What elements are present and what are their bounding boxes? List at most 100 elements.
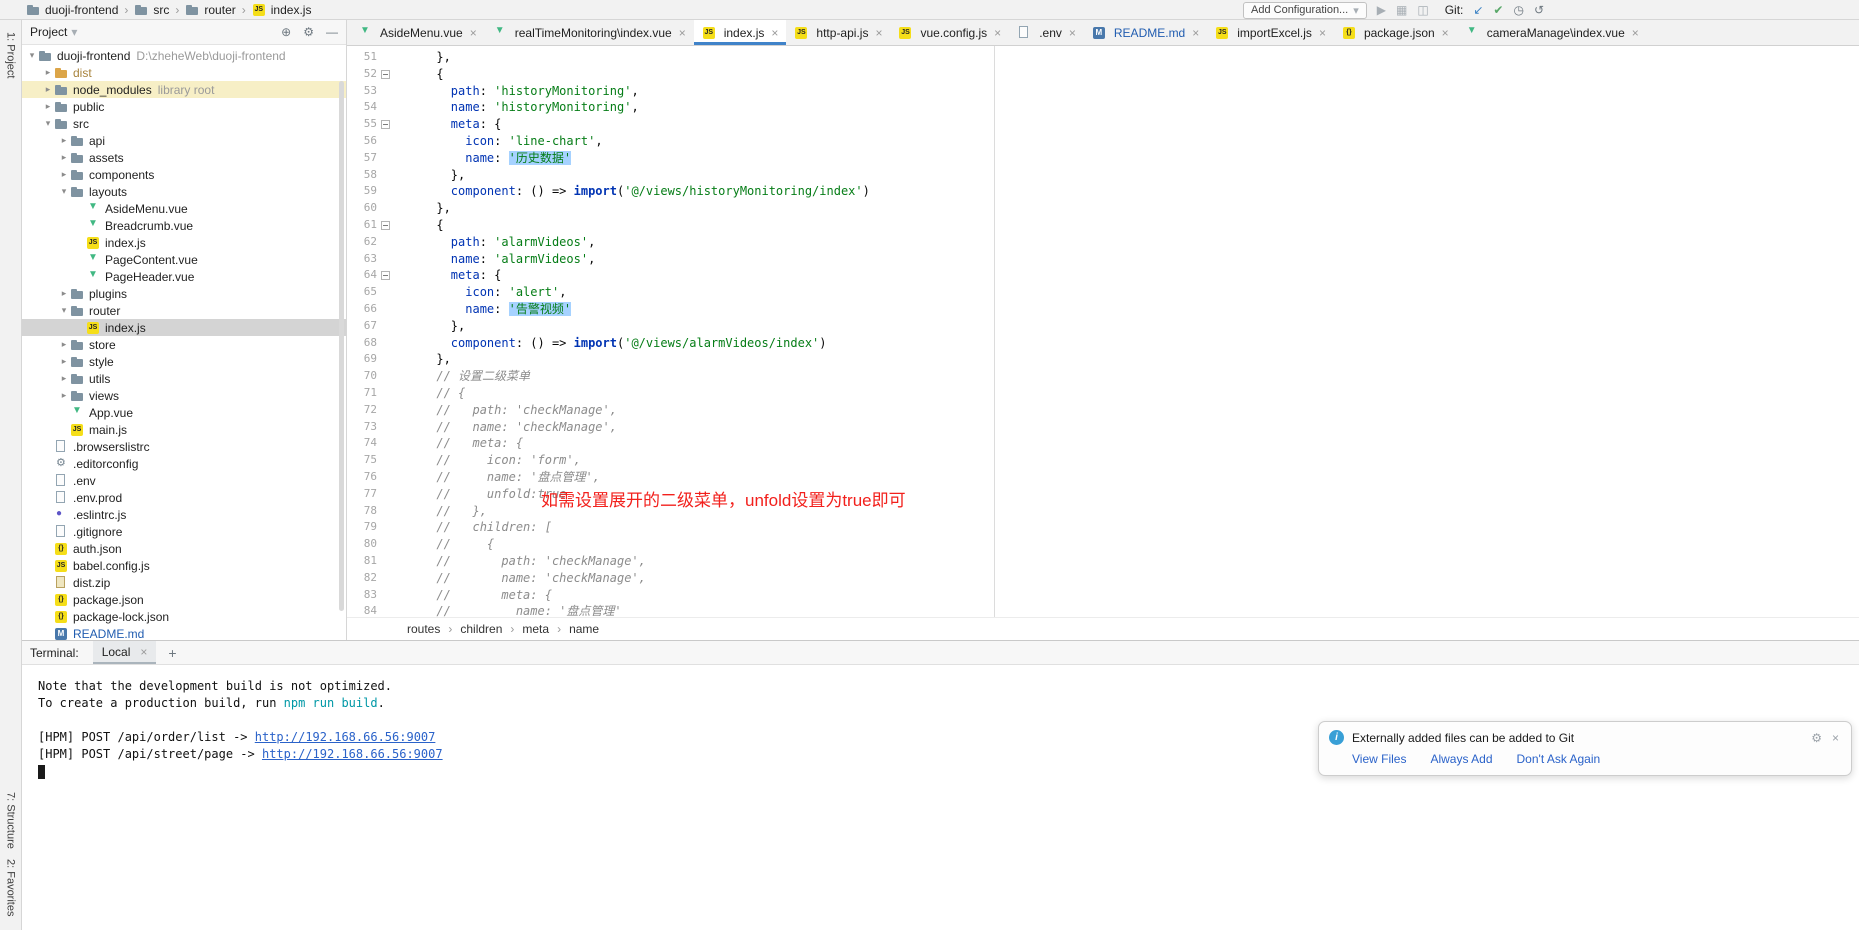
git-update-icon[interactable]: ↙ [1473,0,1483,20]
close-icon[interactable]: × [1192,26,1199,40]
fold-marker-icon[interactable] [381,221,390,230]
tree-item[interactable]: auth.json [22,540,346,557]
close-icon[interactable]: × [1832,731,1839,745]
chevron-icon[interactable] [58,390,70,401]
tree-item[interactable]: dist [22,64,346,81]
tree-item[interactable]: AsideMenu.vue [22,200,346,217]
code-line[interactable]: 62 path: 'alarmVideos', [347,234,1859,251]
code-line[interactable]: 66 name: '告警视频' [347,301,1859,318]
chevron-down-icon[interactable]: ▾ [71,25,77,39]
git-history-icon[interactable]: ◷ [1513,0,1523,20]
notification-action-link[interactable]: View Files [1352,752,1406,766]
tree-item[interactable]: PageContent.vue [22,251,346,268]
code-line[interactable]: 65 icon: 'alert', [347,284,1859,301]
chevron-icon[interactable] [58,152,70,163]
tree-item[interactable]: plugins [22,285,346,302]
fold-marker-icon[interactable] [381,271,390,280]
fold-marker-icon[interactable] [381,288,390,297]
code-line[interactable]: 54 name: 'historyMonitoring', [347,99,1859,116]
code-line[interactable]: 73 // name: 'checkManage', [347,419,1859,436]
code-line[interactable]: 76 // name: '盘点管理', [347,469,1859,486]
chevron-icon[interactable] [26,50,38,61]
chevron-icon[interactable] [58,373,70,384]
tree-item[interactable]: index.js [22,319,346,336]
tool-window-button[interactable]: 7: Structure [5,792,17,849]
close-icon[interactable]: × [994,26,1001,40]
code-line[interactable]: 59 component: () => import('@/views/hist… [347,183,1859,200]
tree-item[interactable]: dist.zip [22,574,346,591]
editor-tab[interactable]: importExcel.js × [1207,20,1334,45]
fold-marker-icon[interactable] [381,171,390,180]
new-terminal-icon[interactable]: + [168,645,176,661]
code-line[interactable]: 75 // icon: 'form', [347,452,1859,469]
code-line[interactable]: 71 // { [347,385,1859,402]
chevron-icon[interactable] [58,169,70,180]
fold-marker-icon[interactable] [381,53,390,62]
git-rollback-icon[interactable]: ↺ [1534,0,1544,20]
editor-tab[interactable]: .env × [1009,20,1084,45]
breadcrumb-item[interactable]: routes [407,622,460,636]
fold-marker-icon[interactable] [381,557,390,566]
editor-tab[interactable]: vue.config.js × [890,20,1009,45]
project-scrollbar[interactable] [339,81,344,611]
fold-marker-icon[interactable] [381,355,390,364]
tree-item[interactable]: views [22,387,346,404]
tree-item[interactable]: .gitignore [22,523,346,540]
code-editor[interactable]: 51 }, 52 { 53 path: 'historyMonitoring', [347,46,1859,617]
tree-item[interactable]: src [22,115,346,132]
terminal-token[interactable]: http://192.168.66.56:9007 [262,747,443,761]
code-line[interactable]: 64 meta: { [347,267,1859,284]
close-icon[interactable]: × [470,26,477,40]
fold-marker-icon[interactable] [381,574,390,583]
fold-marker-icon[interactable] [381,540,390,549]
gear-icon[interactable]: ⚙ [1811,731,1822,745]
editor-tab[interactable]: README.md × [1084,20,1207,45]
fold-marker-icon[interactable] [381,423,390,432]
project-panel-title[interactable]: Project [30,25,67,39]
tree-item[interactable]: PageHeader.vue [22,268,346,285]
fold-marker-icon[interactable] [381,523,390,532]
chevron-icon[interactable] [58,339,70,350]
code-line[interactable]: 74 // meta: { [347,435,1859,452]
code-line[interactable]: 57 name: '历史数据' [347,150,1859,167]
chevron-icon[interactable] [58,186,70,197]
fold-marker-icon[interactable] [381,137,390,146]
fold-marker-icon[interactable] [381,103,390,112]
code-line[interactable]: 60 }, [347,200,1859,217]
close-icon[interactable]: × [1069,26,1076,40]
chevron-icon[interactable] [42,118,54,129]
fold-marker-icon[interactable] [381,255,390,264]
code-line[interactable]: 61 { [347,217,1859,234]
tree-item[interactable]: router [22,302,346,319]
code-line[interactable]: 55 meta: { [347,116,1859,133]
fold-marker-icon[interactable] [381,439,390,448]
terminal-token[interactable]: http://192.168.66.56:9007 [255,730,436,744]
tool-window-button-project[interactable]: 1: Project [5,32,17,78]
tree-item[interactable]: babel.config.js [22,557,346,574]
add-configuration-button[interactable]: Add Configuration... ▾ [1243,2,1367,19]
fold-marker-icon[interactable] [381,490,390,499]
code-line[interactable]: 67 }, [347,318,1859,335]
fold-marker-icon[interactable] [381,305,390,314]
tree-item[interactable]: index.js [22,234,346,251]
chevron-icon[interactable] [58,288,70,299]
fold-marker-icon[interactable] [381,87,390,96]
tree-item[interactable]: .env [22,472,346,489]
tree-item[interactable]: utils [22,370,346,387]
fold-marker-icon[interactable] [381,456,390,465]
tree-item[interactable]: .editorconfig [22,455,346,472]
editor-tab[interactable]: cameraManage\index.vue × [1457,20,1647,45]
tree-item[interactable]: api [22,132,346,149]
code-line[interactable]: 80 // { [347,536,1859,553]
editor-tab[interactable]: AsideMenu.vue × [350,20,485,45]
tree-item[interactable]: duoji-frontend D:\zheheWeb\duoji-fronten… [22,47,346,64]
close-icon[interactable]: × [1319,26,1326,40]
tree-item[interactable]: style [22,353,346,370]
close-icon[interactable]: × [1632,26,1639,40]
fold-marker-icon[interactable] [381,238,390,247]
chevron-icon[interactable] [58,135,70,146]
code-line[interactable]: 63 name: 'alarmVideos', [347,251,1859,268]
run-icon[interactable]: ▶ [1377,0,1386,20]
code-line[interactable]: 83 // meta: { [347,587,1859,604]
code-line[interactable]: 84 // name: '盘点管理' [347,603,1859,617]
